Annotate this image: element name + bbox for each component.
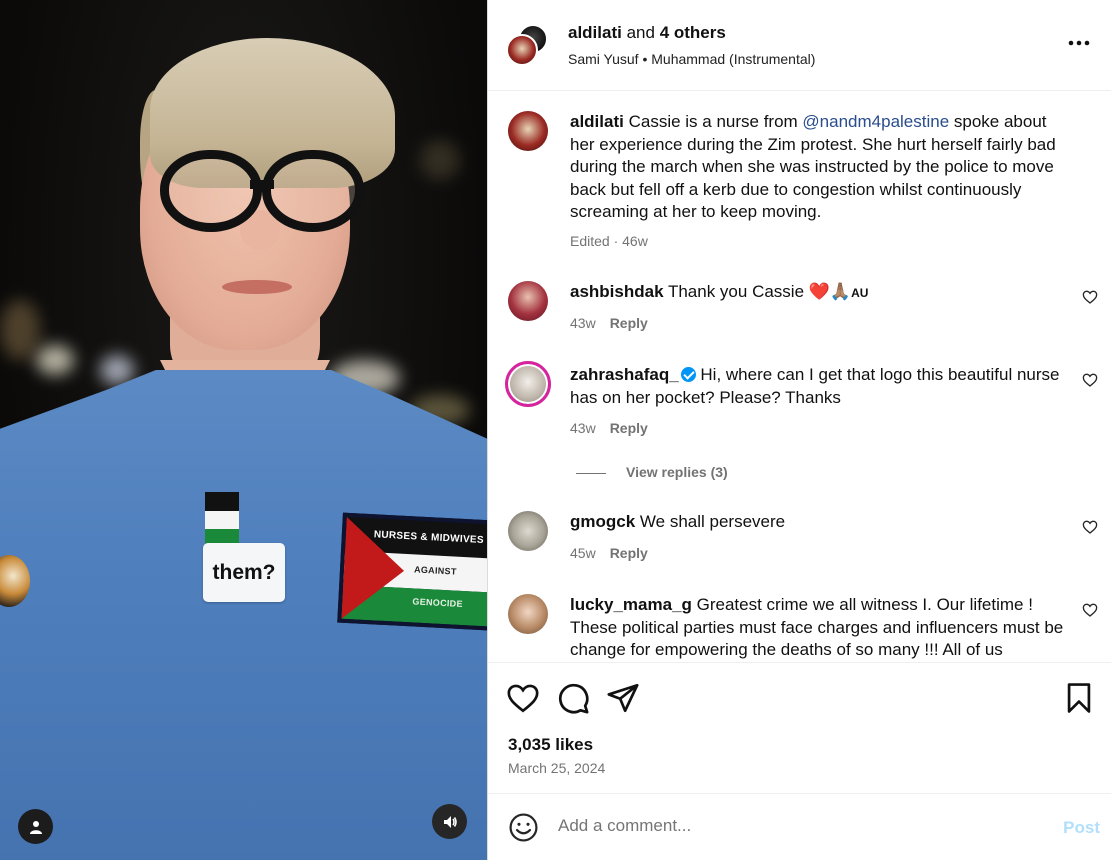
like-count[interactable]: 3,035 likes <box>508 735 593 755</box>
comment-meta: 45w Reply <box>570 545 648 561</box>
like-comment-icon[interactable] <box>1082 289 1098 305</box>
add-comment-bar: Post <box>488 793 1111 860</box>
comment-meta: 43w Reply <box>570 420 648 436</box>
avatar[interactable] <box>508 111 548 151</box>
others-link[interactable]: 4 others <box>660 23 726 42</box>
flag-pin <box>205 492 239 548</box>
post-date: March 25, 2024 <box>508 760 606 776</box>
comment-text: gmogck We shall persevere <box>570 511 1070 534</box>
comment-input[interactable] <box>558 816 1008 836</box>
comment-username[interactable]: ashbishdak <box>570 282 664 301</box>
like-comment-icon[interactable] <box>1082 519 1098 535</box>
comment-username[interactable]: zahrashafaq_ <box>570 365 679 384</box>
tagged-users-button[interactable] <box>18 809 53 844</box>
post-authors[interactable]: aldilati and 4 others <box>568 23 726 43</box>
comment-time: 45w <box>570 545 596 561</box>
audio-link[interactable]: Sami Yusuf • Muhammad (Instrumental) <box>568 51 815 67</box>
post-video[interactable]: NURSES & MIDWIVES AGAINST GENOCIDE them? <box>0 0 487 860</box>
comment-username[interactable]: gmogck <box>570 512 635 531</box>
divider-line <box>576 472 606 474</box>
more-icon <box>1068 40 1090 46</box>
share-paper-plane-icon[interactable] <box>606 681 640 715</box>
speaker-icon <box>443 815 457 828</box>
emoji-icon[interactable] <box>508 812 539 843</box>
save-bookmark-icon[interactable] <box>1062 681 1096 715</box>
comment-text: lucky_mama_g Greatest crime we all witne… <box>570 594 1070 662</box>
glasses-lens <box>262 150 364 232</box>
avatar[interactable] <box>508 594 548 634</box>
like-comment-icon[interactable] <box>1082 602 1098 618</box>
collab-avatars[interactable] <box>506 24 552 68</box>
glasses-bridge <box>250 180 274 189</box>
comment-username[interactable]: lucky_mama_g <box>570 595 692 614</box>
author-username[interactable]: aldilati <box>568 23 622 42</box>
reply-button[interactable]: Reply <box>610 420 648 436</box>
post-button[interactable]: Post <box>1063 818 1100 838</box>
comment-body: Thank you Cassie ❤️🙏🏽 <box>663 282 852 301</box>
comment-bubble-icon[interactable] <box>556 681 590 715</box>
user-icon <box>29 820 42 834</box>
and-text: and <box>626 23 655 42</box>
comment-text: ashbishdak Thank you Cassie ❤️🙏🏽AU <box>570 281 1070 305</box>
more-options-button[interactable] <box>1068 34 1090 46</box>
comment-suffix: AU <box>851 286 869 300</box>
view-replies-label: View replies (3) <box>626 464 728 480</box>
reply-button[interactable]: Reply <box>610 315 648 331</box>
view-replies-button[interactable]: View replies (3) <box>576 464 728 480</box>
avatar[interactable] <box>508 281 548 321</box>
like-heart-icon[interactable] <box>506 681 540 715</box>
avatar <box>506 34 538 66</box>
caption-body: Cassie is a nurse from <box>623 112 803 131</box>
person-mouth <box>222 280 292 294</box>
caption-meta: Edited · 46w <box>570 233 648 249</box>
avatar[interactable] <box>505 361 551 407</box>
comment-meta: 43w Reply <box>570 315 648 331</box>
pocket-patch: NURSES & MIDWIVES AGAINST GENOCIDE <box>337 512 487 632</box>
comment-text: zahrashafaq_ Hi, where can I get that lo… <box>570 364 1070 409</box>
sound-toggle-button[interactable] <box>432 804 467 839</box>
comment-time: 43w <box>570 315 596 331</box>
background-light <box>100 355 134 385</box>
background-light <box>0 300 40 360</box>
glasses-lens <box>160 150 262 232</box>
background-light <box>36 345 74 375</box>
mention-link[interactable]: @nandm4palestine <box>802 112 949 131</box>
text-sticker: them? <box>203 543 285 602</box>
caption-text: aldilati Cassie is a nurse from @nandm4p… <box>570 111 1070 224</box>
background-light <box>420 140 460 180</box>
post-actions: 3,035 likes March 25, 2024 <box>488 662 1111 792</box>
comment-body: We shall persevere <box>635 512 786 531</box>
reply-button[interactable]: Reply <box>610 545 648 561</box>
post-header: aldilati and 4 others Sami Yusuf • Muham… <box>488 0 1111 91</box>
caption-username[interactable]: aldilati <box>570 112 624 131</box>
post-details-panel: aldilati and 4 others Sami Yusuf • Muham… <box>487 0 1111 860</box>
like-comment-icon[interactable] <box>1082 372 1098 388</box>
comment-time: 43w <box>570 420 596 436</box>
avatar[interactable] <box>508 511 548 551</box>
comments-list[interactable]: aldilati Cassie is a nurse from @nandm4p… <box>488 92 1111 662</box>
verified-badge-icon <box>680 367 696 382</box>
